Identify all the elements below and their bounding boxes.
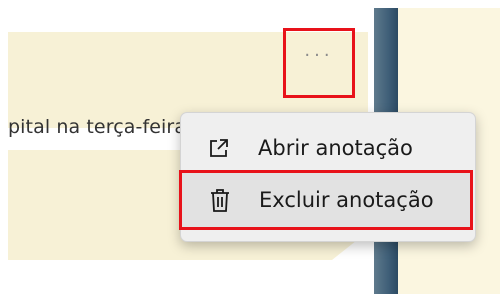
note-preview-text: pital na terça-feira: [8, 116, 187, 138]
note-context-menu: Abrir anotação Excluir anotação: [179, 112, 476, 242]
open-external-icon: [206, 135, 232, 161]
trash-icon: [207, 187, 233, 213]
app-window: pital na terça-feira ··· Abrir anotação: [0, 0, 500, 294]
open-note-label: Abrir anotação: [258, 136, 413, 160]
more-horizontal-icon: ···: [304, 45, 334, 66]
open-note-menu-item[interactable]: Abrir anotação: [181, 119, 475, 177]
delete-note-label: Excluir anotação: [259, 188, 434, 212]
more-options-button[interactable]: ···: [283, 28, 355, 98]
delete-note-menu-item[interactable]: Excluir anotação: [179, 170, 473, 230]
